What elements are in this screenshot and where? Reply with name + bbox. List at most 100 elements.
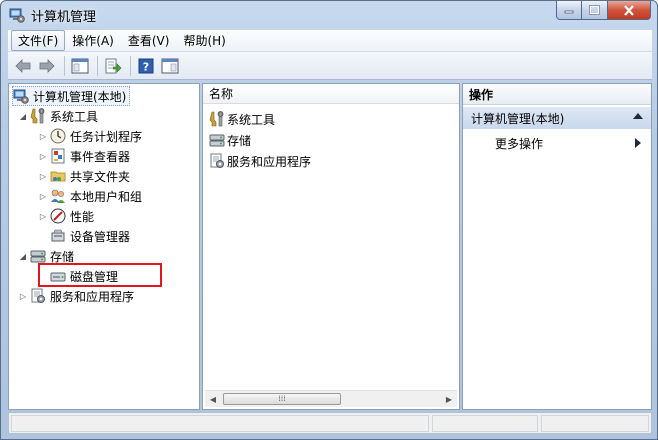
collapsed-arrow-icon[interactable]: ▷ bbox=[38, 192, 48, 201]
menu-action[interactable]: 操作(A) bbox=[65, 30, 121, 51]
list-item-storage[interactable]: 存储 bbox=[209, 130, 251, 150]
menu-view[interactable]: 查看(V) bbox=[121, 30, 177, 51]
status-segment bbox=[11, 415, 429, 432]
tree-label: 系统工具 bbox=[50, 109, 99, 124]
tree-label: 事件查看器 bbox=[70, 149, 131, 164]
menu-file[interactable]: 文件(F) bbox=[11, 30, 66, 51]
more-actions-item[interactable]: 更多操作 bbox=[495, 133, 645, 153]
status-segment bbox=[432, 415, 538, 432]
event-viewer-icon bbox=[51, 148, 65, 164]
column-header-label: 名称 bbox=[209, 87, 234, 101]
toolbar: ? bbox=[8, 52, 652, 80]
expanded-arrow-icon[interactable]: ◢ bbox=[18, 252, 28, 261]
actions-header-label: 操作 bbox=[469, 87, 494, 102]
toolbar-separator bbox=[97, 55, 98, 76]
close-icon bbox=[624, 4, 634, 16]
toolbar-separator bbox=[130, 55, 131, 76]
collapsed-arrow-icon[interactable]: ▷ bbox=[38, 152, 48, 161]
collapsed-arrow-icon[interactable]: ▷ bbox=[18, 292, 28, 301]
status-segment bbox=[541, 415, 649, 432]
computer-management-window: 计算机管理 文件(F) 操作(A) 查看(V) 帮助(H) ? 计算机管理(本地… bbox=[0, 0, 658, 440]
tree-label: 本地用户和组 bbox=[70, 189, 143, 204]
tree-label: 任务计划程序 bbox=[70, 129, 143, 144]
help-icon: ? bbox=[138, 58, 154, 73]
scroll-thumb[interactable]: ⁞⁞⁞ bbox=[223, 393, 341, 405]
minimize-button[interactable] bbox=[556, 1, 582, 20]
shared-folder-icon bbox=[50, 171, 66, 182]
menu-bar: 文件(F) 操作(A) 查看(V) 帮助(H) bbox=[8, 30, 652, 52]
maximize-button[interactable] bbox=[582, 1, 608, 20]
more-actions-label: 更多操作 bbox=[495, 136, 544, 151]
title-bar[interactable]: 计算机管理 bbox=[1, 1, 657, 29]
system-tools-icon bbox=[30, 108, 45, 124]
column-header-name[interactable]: 名称 bbox=[203, 84, 459, 104]
close-button[interactable] bbox=[608, 1, 651, 20]
collapsed-arrow-icon[interactable]: ▷ bbox=[38, 172, 48, 181]
svg-text:?: ? bbox=[143, 60, 149, 73]
show-hide-action-pane-button[interactable] bbox=[159, 55, 181, 77]
tree-item-task-scheduler[interactable]: ▷ 任务计划程序 bbox=[38, 126, 142, 146]
tree-label: 计算机管理(本地) bbox=[33, 89, 127, 104]
tree-label: 性能 bbox=[70, 209, 95, 224]
tree-item-shared-folders[interactable]: ▷ 共享文件夹 bbox=[38, 166, 130, 186]
clock-icon bbox=[50, 128, 66, 144]
minimize-icon bbox=[564, 10, 574, 14]
performance-icon bbox=[50, 208, 66, 224]
expanded-arrow-icon[interactable]: ◢ bbox=[18, 112, 28, 121]
tree-item-services-applications[interactable]: ▷ 服务和应用程序 bbox=[18, 286, 134, 306]
collapsed-arrow-icon[interactable]: ▷ bbox=[38, 132, 48, 141]
export-list-button[interactable] bbox=[102, 55, 124, 77]
tree-item-system-tools[interactable]: ◢ 系统工具 bbox=[18, 106, 98, 126]
collapsed-arrow-icon[interactable]: ▷ bbox=[38, 212, 48, 221]
users-icon bbox=[51, 189, 65, 203]
tree-item-event-viewer[interactable]: ▷ 事件查看器 bbox=[38, 146, 130, 166]
submenu-arrow-icon bbox=[635, 138, 641, 148]
back-arrow-icon bbox=[15, 58, 31, 73]
tree-label: 设备管理器 bbox=[70, 229, 131, 244]
back-button[interactable] bbox=[12, 55, 34, 77]
scroll-left-icon[interactable]: ◀ bbox=[205, 395, 221, 404]
actions-section-computer-management[interactable]: 计算机管理(本地) bbox=[463, 107, 651, 129]
action-pane-icon bbox=[161, 58, 179, 73]
console-tree-pane: 计算机管理(本地) ◢ 系统工具 ▷ 任务计划程序 ▷ 事件查看器 ▷ 共享文件… bbox=[8, 83, 200, 410]
list-item-label: 系统工具 bbox=[227, 112, 276, 127]
export-list-icon bbox=[105, 58, 122, 73]
content-list-pane: 名称 系统工具 存储 服务和应用程序 ◀ ⁞⁞⁞ ▶ bbox=[202, 83, 460, 410]
disk-management-highlight bbox=[38, 263, 162, 287]
collapse-up-icon[interactable] bbox=[633, 113, 643, 119]
toolbar-separator bbox=[64, 55, 65, 76]
storage-icon bbox=[30, 250, 46, 263]
list-item-services-applications[interactable]: 服务和应用程序 bbox=[209, 151, 311, 171]
actions-pane: 操作 计算机管理(本地) 更多操作 bbox=[462, 83, 652, 410]
maximize-icon bbox=[589, 5, 600, 15]
tree-label: 服务和应用程序 bbox=[50, 289, 135, 304]
tree-item-local-users-groups[interactable]: ▷ 本地用户和组 bbox=[38, 186, 142, 206]
device-manager-icon bbox=[51, 229, 65, 242]
list-item-label: 服务和应用程序 bbox=[227, 154, 312, 169]
forward-button[interactable] bbox=[36, 55, 58, 77]
tree-item-computer-management[interactable]: 计算机管理(本地) bbox=[12, 86, 131, 106]
forward-arrow-icon bbox=[39, 58, 55, 73]
tree-item-device-manager[interactable]: 设备管理器 bbox=[50, 226, 130, 246]
system-tools-icon bbox=[209, 111, 224, 127]
menu-help[interactable]: 帮助(H) bbox=[176, 30, 232, 51]
services-applications-icon bbox=[210, 153, 224, 168]
tree-item-performance[interactable]: ▷ 性能 bbox=[38, 206, 94, 226]
console-tree-icon bbox=[71, 58, 89, 73]
services-applications-icon bbox=[31, 288, 45, 303]
tree-label: 共享文件夹 bbox=[70, 169, 131, 184]
scroll-right-icon[interactable]: ▶ bbox=[441, 395, 457, 404]
list-item-label: 存储 bbox=[227, 133, 252, 148]
help-button[interactable]: ? bbox=[135, 55, 157, 77]
computer-management-icon bbox=[13, 89, 29, 104]
list-item-system-tools[interactable]: 系统工具 bbox=[209, 109, 275, 129]
tree-label: 存储 bbox=[50, 249, 75, 264]
show-hide-console-tree-button[interactable] bbox=[69, 55, 91, 77]
actions-header: 操作 bbox=[463, 84, 651, 105]
window-title: 计算机管理 bbox=[31, 10, 97, 25]
status-bar bbox=[8, 412, 652, 434]
storage-icon bbox=[209, 134, 225, 147]
actions-section-label: 计算机管理(本地) bbox=[471, 111, 565, 126]
computer-management-icon bbox=[9, 8, 25, 23]
horizontal-scrollbar[interactable]: ◀ ⁞⁞⁞ ▶ bbox=[205, 390, 457, 407]
